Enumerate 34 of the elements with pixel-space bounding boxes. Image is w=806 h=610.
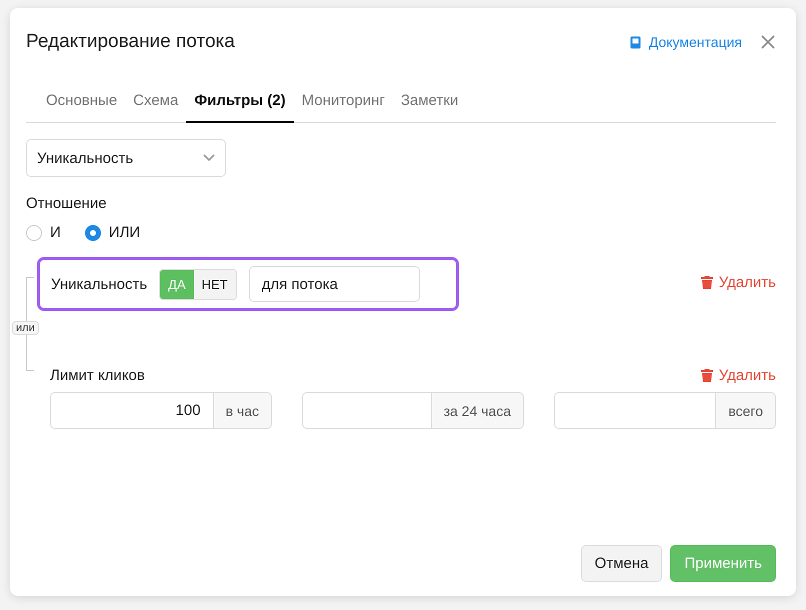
radio-option[interactable]: И xyxy=(26,224,61,241)
documentation-link[interactable]: Документация xyxy=(630,34,742,50)
relation-label: Отношение xyxy=(26,195,108,212)
tab[interactable]: Основные xyxy=(38,92,126,123)
trash-icon xyxy=(700,369,713,382)
filter-label: Уникальность xyxy=(51,276,148,292)
limit-field[interactable] xyxy=(302,392,432,429)
chevron-icon xyxy=(203,154,215,162)
radio-option[interactable]: ИЛИ xyxy=(84,224,140,241)
connector-badge: или xyxy=(12,321,39,335)
tab[interactable]: Мониторинг xyxy=(294,92,393,123)
filter-select[interactable]: Уникальность xyxy=(26,139,226,177)
apply-button[interactable]: Применить xyxy=(670,545,776,582)
unit-label: в час xyxy=(212,392,272,429)
toggle-option[interactable]: НЕТ xyxy=(194,270,236,298)
dialog-title: Редактирование потока xyxy=(26,31,235,53)
delete-button[interactable]: Удалить xyxy=(700,367,776,384)
toggle-option[interactable]: ДА xyxy=(160,270,194,298)
radio-dot[interactable] xyxy=(26,224,42,240)
filter-label: Лимит кликов xyxy=(50,367,145,384)
delete-button[interactable]: Удалить xyxy=(700,274,776,291)
close-button[interactable] xyxy=(760,34,776,50)
book-icon xyxy=(630,36,641,48)
cancel-button[interactable]: Отмена xyxy=(580,545,662,582)
scope-field[interactable]: для потока xyxy=(248,266,420,302)
tab[interactable]: Заметки xyxy=(392,92,466,123)
tab[interactable]: Схема xyxy=(125,92,186,123)
tab[interactable]: Фильтры (2) xyxy=(186,92,294,123)
unit-label: за 24 часа xyxy=(430,392,524,429)
limit-field[interactable] xyxy=(554,392,716,429)
limit-field[interactable]: 100 xyxy=(50,392,214,429)
radio-dot[interactable] xyxy=(84,224,101,240)
trash-icon xyxy=(700,276,713,289)
unit-label: всего xyxy=(715,392,776,429)
